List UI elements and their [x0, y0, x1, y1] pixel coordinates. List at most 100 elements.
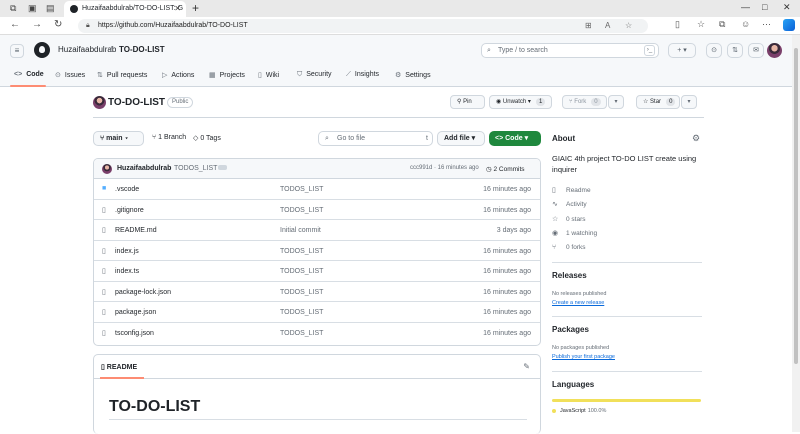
table-row[interactable]: ▯ package.json TODOS_LIST 16 minutes ago — [94, 302, 540, 323]
star-dropdown-button[interactable]: ▾ — [681, 95, 697, 109]
table-row[interactable]: ▯ README.md Initial commit 3 days ago — [94, 220, 540, 241]
add-file-button[interactable]: Add file ▾ — [437, 131, 485, 146]
favorites-icon[interactable]: ☆ — [697, 19, 705, 30]
watching-link[interactable]: ◉ 1 watching — [552, 229, 597, 237]
repo-title[interactable]: TO-DO-LIST — [108, 97, 165, 108]
owner-avatar[interactable] — [93, 96, 106, 109]
close-window-icon[interactable]: ✕ — [783, 2, 791, 13]
gear-icon[interactable]: ⚙ — [692, 133, 700, 144]
create-new-button[interactable]: + ▾ — [668, 43, 696, 58]
scrollbar-thumb[interactable] — [794, 48, 798, 364]
minimize-icon[interactable]: — — [741, 2, 750, 12]
unwatch-button[interactable]: ◉ Unwatch ▾ 1 — [489, 95, 552, 109]
fork-dropdown-button[interactable]: ▾ — [608, 95, 624, 109]
new-tab-icon[interactable]: + — [192, 1, 199, 15]
vertical-tabs-icon[interactable]: ▤ — [46, 3, 55, 14]
forks-link[interactable]: ⑂ 0 forks — [552, 244, 586, 251]
file-commit-message[interactable]: TODOS_LIST — [280, 268, 323, 275]
tab-issues[interactable]: ⊙ Issues — [55, 71, 85, 79]
tab-projects[interactable]: ▦ Projects — [209, 71, 245, 79]
go-to-file-input[interactable]: ⌕ Go to file t — [318, 131, 433, 146]
tab-code[interactable]: <> Code — [14, 71, 44, 78]
tab-actions[interactable]: ▷ Actions — [162, 71, 194, 79]
file-name[interactable]: .gitignore — [115, 207, 144, 214]
read-aloud-icon[interactable]: A — [605, 19, 610, 33]
file-name[interactable]: index.js — [115, 248, 139, 255]
table-row[interactable]: ▯ index.ts TODOS_LIST 16 minutes ago — [94, 261, 540, 282]
search-input[interactable]: ⌕ Type / to search ›_ — [481, 43, 659, 58]
url-field[interactable]: 🔒︎ https://github.com/Huzaifaabdulrab/TO… — [78, 19, 648, 33]
tab-settings[interactable]: ⚙ Settings — [395, 71, 431, 79]
table-row[interactable]: ▯ tsconfig.json TODOS_LIST 16 minutes ag… — [94, 323, 540, 344]
table-row[interactable]: ▯ package-lock.json TODOS_LIST 16 minute… — [94, 282, 540, 302]
fork-button[interactable]: ⑂ Fork 0 — [562, 95, 607, 109]
split-screen-icon[interactable]: ▯ — [675, 19, 680, 30]
workspaces-icon[interactable]: ▣ — [28, 3, 37, 14]
releases-title[interactable]: Releases — [552, 271, 587, 280]
star-button[interactable]: ☆ Star 0 — [636, 95, 680, 109]
file-commit-message[interactable]: TODOS_LIST — [280, 289, 323, 296]
table-row[interactable]: ▯ index.js TODOS_LIST 16 minutes ago — [94, 241, 540, 261]
file-commit-message[interactable]: TODOS_LIST — [280, 248, 323, 255]
more-options-icon[interactable]: ⋯ — [762, 19, 771, 30]
inbox-icon[interactable]: ✉ — [748, 43, 764, 58]
commit-message[interactable]: TODOS_LIST — [174, 165, 217, 172]
issues-icon[interactable]: ⊙ — [706, 43, 722, 58]
tags-link[interactable]: ◇ 0 Tags — [193, 134, 221, 142]
pull-requests-icon[interactable]: ⇅ — [727, 43, 743, 58]
file-name[interactable]: package-lock.json — [115, 289, 171, 296]
branch-select-button[interactable]: ⑂ main ▾ — [93, 131, 144, 146]
language-item[interactable]: JavaScript 100.0% — [552, 408, 606, 414]
tab-security[interactable]: ⛉ Security — [297, 71, 332, 79]
pin-button[interactable]: ⚲ Pin — [450, 95, 485, 109]
file-commit-message[interactable]: TODOS_LIST — [280, 309, 323, 316]
edit-pencil-icon[interactable]: ✎ — [523, 362, 530, 371]
publish-package-link[interactable]: Publish your first package — [552, 354, 615, 360]
menu-icon[interactable]: ≡ — [10, 44, 24, 58]
table-row[interactable]: ▯ .gitignore TODOS_LIST 16 minutes ago — [94, 200, 540, 220]
file-commit-message[interactable]: TODOS_LIST — [280, 330, 323, 337]
branches-link[interactable]: ⑂ 1 Branch — [152, 134, 186, 141]
create-release-link[interactable]: Create a new release — [552, 300, 604, 306]
copilot-icon[interactable] — [783, 19, 795, 31]
collections-icon[interactable]: ⧉ — [719, 19, 725, 30]
readme-link[interactable]: ▯ Readme — [552, 186, 591, 194]
favorite-star-icon[interactable]: ☆ — [625, 19, 632, 33]
github-logo-icon[interactable] — [34, 42, 50, 58]
table-row[interactable]: ■ .vscode TODOS_LIST 16 minutes ago — [94, 179, 540, 200]
tab-wiki[interactable]: ▯ Wiki — [258, 71, 279, 79]
user-avatar[interactable] — [767, 43, 782, 58]
breadcrumb-repo[interactable]: TO-DO-LIST — [119, 45, 165, 54]
file-commit-message[interactable]: Initial commit — [280, 227, 321, 234]
expand-commit-icon[interactable] — [218, 165, 227, 170]
commits-link[interactable]: ◷ 2 Commits — [486, 165, 525, 173]
back-icon[interactable]: ← — [10, 19, 20, 30]
maximize-icon[interactable]: □ — [762, 2, 767, 12]
file-name[interactable]: package.json — [115, 309, 156, 316]
command-palette-icon[interactable]: ›_ — [644, 45, 655, 56]
browser-tab-active[interactable]: Huzaifaabdulrab/TO-DO-LIST: G ✕ — [64, 1, 186, 17]
file-name[interactable]: README.md — [115, 227, 157, 234]
tab-insights[interactable]: ⟋ Insights — [346, 71, 379, 79]
browser-profile-icon[interactable]: ☺ — [741, 19, 750, 29]
file-commit-message[interactable]: TODOS_LIST — [280, 186, 323, 193]
commit-author-avatar[interactable] — [102, 164, 112, 174]
file-name[interactable]: index.ts — [115, 268, 139, 275]
file-name[interactable]: tsconfig.json — [115, 330, 154, 337]
readme-tab[interactable]: ▯ README — [101, 363, 137, 371]
commit-author[interactable]: Huzaifaabdulrab — [117, 165, 171, 172]
code-button[interactable]: <> Code ▾ — [489, 131, 541, 146]
commit-hash-time[interactable]: ccc991d · 16 minutes ago — [410, 165, 479, 171]
packages-title[interactable]: Packages — [552, 325, 589, 334]
profile-icon[interactable]: ⧉ — [10, 3, 16, 14]
stars-link[interactable]: ☆ 0 stars — [552, 215, 586, 223]
breadcrumb-owner[interactable]: Huzaifaabdulrab — [58, 45, 116, 54]
refresh-icon[interactable]: ↻ — [54, 19, 62, 30]
activity-link[interactable]: ∿ Activity — [552, 200, 587, 208]
app-available-icon[interactable]: ⊞ — [585, 19, 592, 33]
tab-pull-requests[interactable]: ⇅ Pull requests — [97, 71, 147, 79]
file-commit-message[interactable]: TODOS_LIST — [280, 207, 323, 214]
close-tab-icon[interactable]: ✕ — [174, 1, 181, 17]
file-name[interactable]: .vscode — [115, 186, 139, 193]
forward-icon[interactable]: → — [32, 19, 42, 30]
